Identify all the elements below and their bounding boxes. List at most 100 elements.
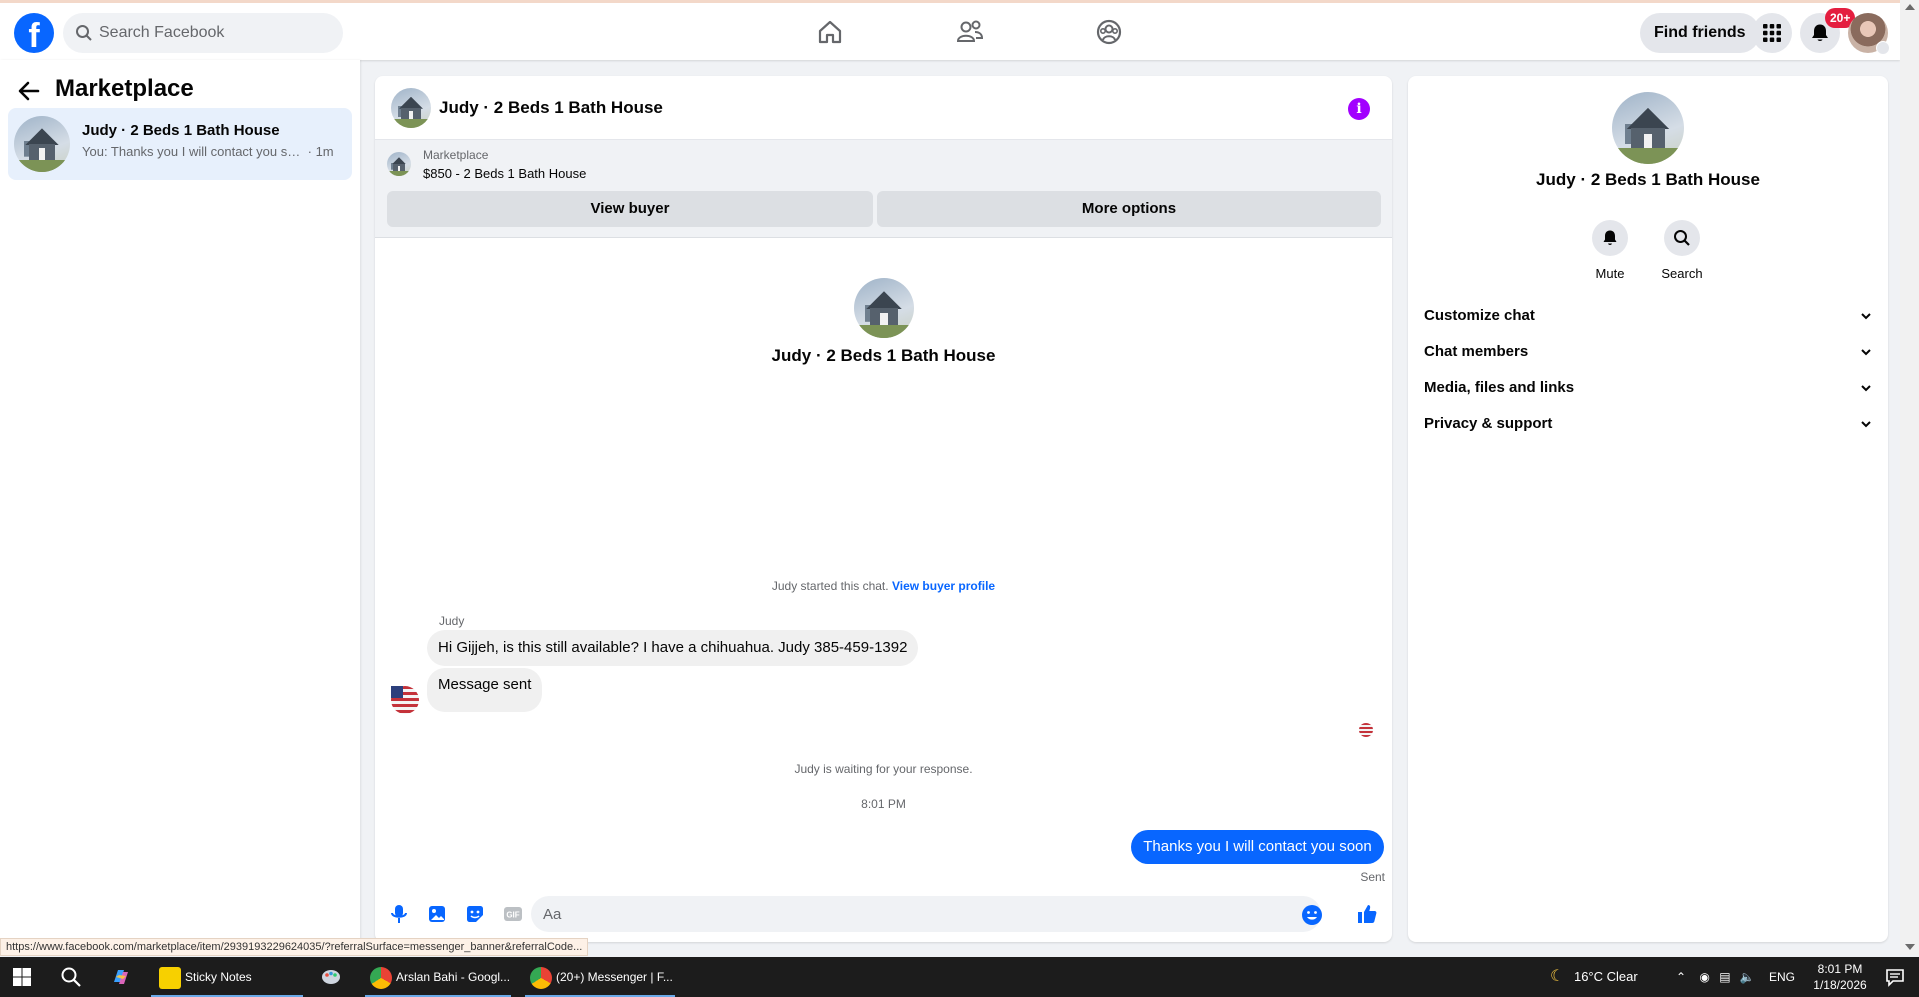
- taskbar-app-chrome-arslan[interactable]: Arslan Bahi - Googl...: [365, 957, 511, 997]
- incoming-message[interactable]: Hi Gijjeh, is this still available? I ha…: [427, 630, 919, 666]
- search-input[interactable]: [99, 13, 329, 53]
- chrome-icon: [370, 966, 392, 989]
- listing-thumbnail: [387, 152, 411, 176]
- chrome-icon: [530, 966, 552, 989]
- taskbar-app-chrome-messenger[interactable]: (20+) Messenger | F...: [525, 957, 675, 997]
- seen-indicator-avatar: [1359, 723, 1373, 737]
- find-friends-button[interactable]: Find friends: [1640, 13, 1760, 53]
- message-input-box[interactable]: [531, 896, 1321, 932]
- top-navigation-bar: f Find friends 20+: [0, 0, 1900, 60]
- chat-header-avatar[interactable]: [391, 88, 431, 128]
- chat-intro-avatar[interactable]: [854, 278, 914, 338]
- chevron-down-icon: [1861, 313, 1871, 320]
- windows-taskbar: Sticky Notes Arslan Bahi - Googl... (20+…: [0, 957, 1919, 997]
- waiting-notice: Judy is waiting for your response.: [794, 762, 973, 776]
- windows-start-icon[interactable]: [11, 966, 33, 988]
- volume-icon[interactable]: 🔈: [1740, 970, 1755, 984]
- message-input[interactable]: [543, 896, 1283, 932]
- outgoing-message[interactable]: Thanks you I will contact you soon: [1131, 830, 1384, 864]
- chevron-down-icon: [1861, 349, 1871, 356]
- chat-header: Judy · 2 Beds 1 Bath House i: [375, 76, 1392, 140]
- language-indicator[interactable]: ENG: [1769, 957, 1795, 997]
- conversation-item[interactable]: Judy · 2 Beds 1 Bath House You: Thanks y…: [8, 108, 352, 180]
- friends-icon[interactable]: [955, 17, 985, 47]
- chat-started-notice: Judy started this chat. View buyer profi…: [771, 579, 996, 593]
- network-icon[interactable]: ▤: [1719, 970, 1730, 984]
- chevron-up-icon[interactable]: ⌃: [1676, 970, 1686, 984]
- marketplace-banner: Marketplace $850 - 2 Beds 1 Bath House V…: [375, 140, 1392, 238]
- copilot-icon[interactable]: [110, 966, 132, 988]
- details-name: Judy · 2 Beds 1 Bath House: [1536, 170, 1760, 189]
- bell-icon: [1603, 230, 1617, 245]
- chevron-down-icon: [1861, 385, 1871, 392]
- account-chevron-icon: [1876, 41, 1890, 55]
- sender-name: Judy: [439, 614, 465, 628]
- back-arrow-icon[interactable]: [16, 78, 42, 104]
- conversation-sidebar: Marketplace Judy · 2 Beds 1 Bath House Y…: [0, 60, 360, 955]
- view-buyer-button[interactable]: View buyer: [387, 191, 873, 227]
- moon-icon: ☾: [1550, 968, 1565, 985]
- taskbar-clock[interactable]: 8:01 PM 1/18/2026: [1800, 961, 1880, 993]
- privacy-support-section[interactable]: Privacy & support: [1424, 406, 1872, 442]
- conversation-preview: You: Thanks you I will contact you so...…: [82, 144, 334, 159]
- more-options-button[interactable]: More options: [877, 191, 1381, 227]
- chat-intro-name: Judy · 2 Beds 1 Bath House: [771, 346, 996, 365]
- search-in-chat-button[interactable]: Search: [1647, 220, 1717, 281]
- taskbar-app-sticky-notes[interactable]: Sticky Notes: [151, 957, 303, 997]
- menu-button[interactable]: [1752, 13, 1792, 53]
- bell-icon: [1812, 24, 1828, 41]
- listing-price[interactable]: $850 - 2 Beds 1 Bath House: [423, 166, 586, 181]
- search-label: Search: [1661, 266, 1703, 281]
- page-scrollbar[interactable]: [1900, 0, 1919, 955]
- profile-avatar[interactable]: [1848, 13, 1890, 55]
- mute-button[interactable]: Mute: [1575, 220, 1645, 281]
- media-files-links-section[interactable]: Media, files and links: [1424, 370, 1872, 406]
- details-avatar[interactable]: [1612, 92, 1684, 164]
- emoji-icon[interactable]: [1301, 904, 1323, 926]
- microphone-icon[interactable]: [387, 902, 411, 926]
- tray-icons[interactable]: ⌃ ◉ ▤ 🔈: [1676, 957, 1755, 997]
- link-status-url: https://www.facebook.com/marketplace/ite…: [0, 938, 589, 956]
- chat-panel: Judy · 2 Beds 1 Bath House i Marketplace…: [375, 76, 1392, 942]
- search-box[interactable]: [63, 13, 343, 53]
- like-icon[interactable]: [1355, 902, 1379, 926]
- facebook-logo[interactable]: f: [14, 13, 54, 53]
- clock-date: 1/18/2026: [1813, 978, 1867, 992]
- sticky-notes-icon: [159, 966, 181, 989]
- sender-avatar[interactable]: [391, 686, 419, 714]
- customize-chat-section[interactable]: Customize chat: [1424, 298, 1872, 334]
- clock-time: 8:01 PM: [1817, 962, 1863, 976]
- gif-icon[interactable]: GIF: [501, 902, 525, 926]
- conversation-avatar: [14, 116, 70, 172]
- marketplace-label: Marketplace: [423, 148, 489, 162]
- home-icon[interactable]: [815, 17, 845, 47]
- scroll-up-arrow-icon[interactable]: [1905, 4, 1915, 10]
- chat-members-section[interactable]: Chat members: [1424, 334, 1872, 370]
- mute-label: Mute: [1595, 266, 1625, 281]
- grid-menu-icon: [1763, 24, 1781, 42]
- chevron-down-icon: [1861, 421, 1871, 428]
- sticker-icon[interactable]: [463, 902, 487, 926]
- chat-title[interactable]: Judy · 2 Beds 1 Bath House: [439, 98, 663, 118]
- view-buyer-profile-link[interactable]: View buyer profile: [892, 579, 995, 593]
- chat-details-panel: Judy · 2 Beds 1 Bath House Mute Search C…: [1408, 76, 1888, 942]
- conversation-name: Judy · 2 Beds 1 Bath House: [82, 122, 280, 139]
- conversation-time: · 1m: [307, 144, 334, 159]
- message-timestamp: 8:01 PM: [861, 797, 906, 811]
- photo-icon[interactable]: [425, 902, 449, 926]
- search-icon: [1674, 230, 1690, 246]
- info-icon[interactable]: i: [1348, 98, 1370, 120]
- groups-icon[interactable]: [1094, 17, 1124, 47]
- search-icon[interactable]: [60, 966, 82, 988]
- scroll-down-arrow-icon[interactable]: [1905, 944, 1915, 950]
- notification-center-icon[interactable]: [1884, 966, 1906, 988]
- search-icon: [76, 25, 92, 41]
- paint-icon[interactable]: [320, 966, 342, 988]
- sidebar-title: Marketplace: [55, 75, 194, 102]
- weather-widget[interactable]: ☾ 16°C Clear: [1550, 957, 1638, 997]
- message-composer: GIF: [375, 888, 1392, 942]
- sent-status: Sent: [1360, 870, 1385, 884]
- svg-text:GIF: GIF: [506, 911, 519, 920]
- meet-now-icon[interactable]: ◉: [1699, 970, 1709, 984]
- incoming-message[interactable]: Message sent: [427, 668, 543, 712]
